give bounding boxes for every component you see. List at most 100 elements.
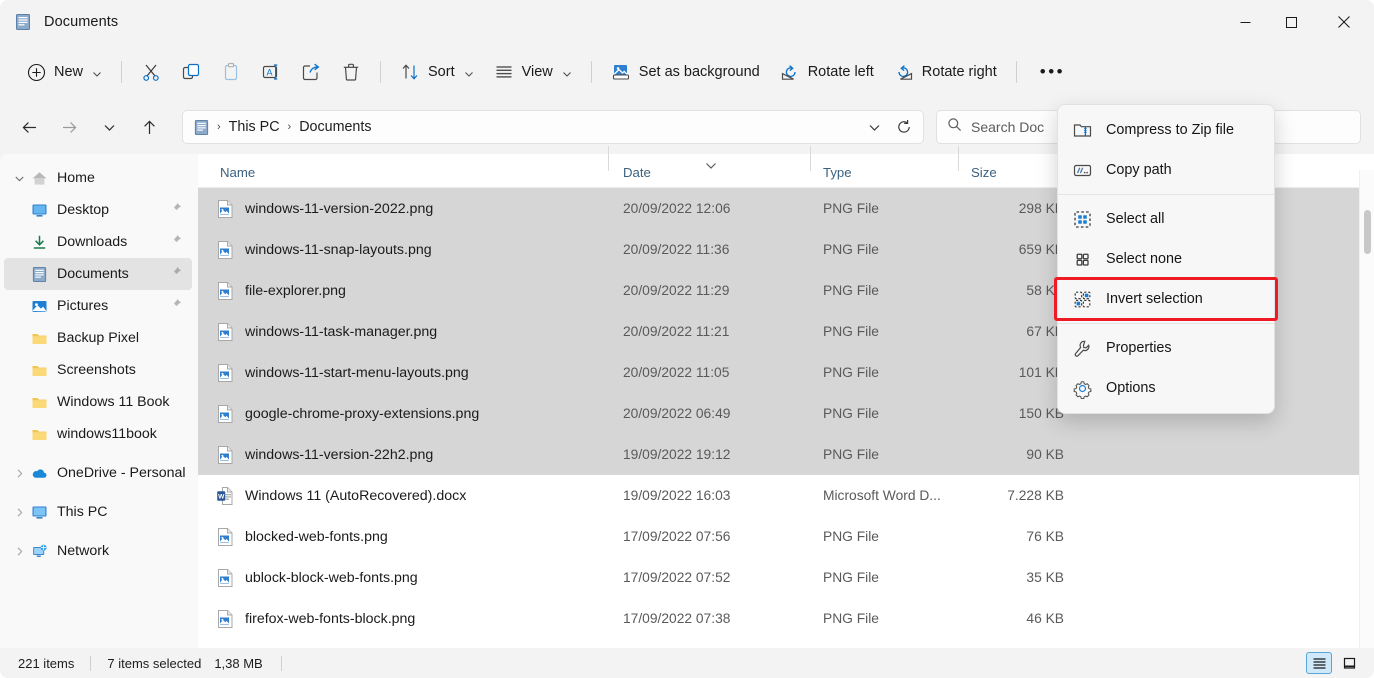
column-header-name[interactable]: Name	[198, 165, 608, 187]
menu-item-select-all[interactable]: Select all	[1058, 199, 1274, 239]
file-date-cell: 20/09/2022 12:06	[608, 201, 810, 216]
chevron-down-icon	[464, 67, 474, 77]
sidebar-item-label: Pictures	[57, 298, 170, 314]
menu-item-properties[interactable]: Properties	[1058, 328, 1274, 368]
table-row[interactable]: firefox-web-fonts-block.png 17/09/2022 0…	[198, 598, 1374, 639]
refresh-button[interactable]	[889, 112, 919, 142]
toolbar-divider	[121, 61, 122, 83]
sidebar-item-label: Network	[57, 543, 192, 559]
minimize-button[interactable]	[1222, 0, 1268, 44]
address-bar[interactable]: › This PC › Documents	[182, 110, 924, 144]
sort-button-label: Sort	[428, 64, 455, 80]
menu-item-label: Copy path	[1106, 162, 1172, 178]
file-date-cell: 17/09/2022 07:52	[608, 570, 810, 585]
toolbar-divider-3	[591, 61, 592, 83]
file-date-cell: 20/09/2022 11:29	[608, 283, 810, 298]
cut-button[interactable]	[131, 54, 171, 90]
pin-icon[interactable]	[170, 201, 182, 219]
view-list-icon	[494, 62, 514, 82]
new-button-label: New	[54, 64, 83, 80]
set-as-background-button[interactable]: Set as background	[601, 54, 770, 90]
breadcrumb-item-this-pc[interactable]: This PC	[222, 116, 287, 138]
png-file-icon	[216, 240, 234, 260]
pin-icon[interactable]	[170, 297, 182, 315]
select-none-icon	[1072, 249, 1093, 270]
delete-button[interactable]	[331, 54, 371, 90]
file-date-cell: 19/09/2022 19:12	[608, 447, 810, 462]
sidebar-item-documents[interactable]: Documents	[4, 258, 192, 290]
menu-item-invert-selection[interactable]: Invert selection	[1058, 279, 1274, 319]
close-button[interactable]	[1314, 0, 1374, 44]
recent-locations-button[interactable]	[92, 110, 126, 144]
sidebar-item-pictures[interactable]: Pictures	[4, 290, 192, 322]
back-button[interactable]	[12, 110, 46, 144]
see-more-button[interactable]: •••	[1026, 54, 1079, 90]
sidebar-item-desktop[interactable]: Desktop	[4, 194, 192, 226]
paste-button[interactable]	[211, 54, 251, 90]
previous-locations-button[interactable]	[859, 112, 889, 142]
rotate-left-button[interactable]: Rotate left	[770, 54, 884, 90]
table-row[interactable]: blocked-web-fonts.png 17/09/2022 07:56 P…	[198, 516, 1374, 557]
status-divider-2	[281, 656, 282, 671]
table-row[interactable]: W Windows 11 (AutoRecovered).docx 19/09/…	[198, 475, 1374, 516]
new-button[interactable]: New	[18, 54, 112, 90]
maximize-button[interactable]	[1268, 0, 1314, 44]
sidebar-item-label: Home	[57, 170, 192, 186]
scissors-icon	[141, 62, 161, 82]
menu-item-label: Compress to Zip file	[1106, 122, 1234, 138]
sidebar-item-onedrive[interactable]: OneDrive - Personal	[4, 457, 192, 489]
file-size-cell: 90 KB	[958, 447, 1078, 462]
thispc-icon	[30, 503, 48, 521]
menu-item-select-none[interactable]: Select none	[1058, 239, 1274, 279]
sidebar-item-network[interactable]: Network	[4, 535, 192, 567]
sidebar-item-screenshots[interactable]: Screenshots	[4, 354, 192, 386]
column-header-type[interactable]: Type	[810, 165, 958, 187]
breadcrumb: › This PC › Documents	[193, 116, 859, 138]
menu-item-copy-path[interactable]: Copy path	[1058, 150, 1274, 190]
chevron-right-icon[interactable]	[8, 507, 30, 518]
menu-item-compress-to-zip-file[interactable]: Compress to Zip file	[1058, 110, 1274, 150]
png-file-icon	[216, 609, 234, 629]
sidebar-item-windows11book[interactable]: windows11book	[4, 418, 192, 450]
up-button[interactable]	[132, 110, 166, 144]
table-row[interactable]: ublock-block-web-fonts.png 17/09/2022 07…	[198, 557, 1374, 598]
file-name: firefox-web-fonts-block.png	[245, 611, 415, 627]
window-controls	[1222, 0, 1374, 44]
chevron-right-icon[interactable]	[8, 468, 30, 479]
sort-button[interactable]: Sort	[390, 54, 484, 90]
file-date-cell: 20/09/2022 11:36	[608, 242, 810, 257]
scrollbar-thumb[interactable]	[1364, 210, 1371, 254]
selection-count-label: 7 items selected	[107, 656, 201, 671]
sidebar-item-home[interactable]: Home	[4, 162, 192, 194]
rename-button[interactable]: A	[251, 54, 291, 90]
png-file-icon	[216, 199, 234, 219]
breadcrumb-item-documents[interactable]: Documents	[292, 116, 378, 138]
sidebar-item-backup-pixel[interactable]: Backup Pixel	[4, 322, 192, 354]
forward-button[interactable]	[52, 110, 86, 144]
search-input[interactable]: Search Doc	[971, 119, 1044, 135]
copy-button[interactable]	[171, 54, 211, 90]
view-button[interactable]: View	[484, 54, 582, 90]
rotate-right-label: Rotate right	[922, 64, 997, 80]
file-name: windows-11-version-22h2.png	[245, 447, 433, 463]
sidebar-item-this-pc[interactable]: This PC	[4, 496, 192, 528]
copy-path-icon	[1072, 160, 1093, 181]
rotate-right-button[interactable]: Rotate right	[884, 54, 1007, 90]
vertical-scrollbar[interactable]	[1359, 170, 1374, 648]
large-icons-view-button[interactable]	[1336, 652, 1362, 674]
pin-icon[interactable]	[170, 265, 182, 283]
details-view-button[interactable]	[1306, 652, 1332, 674]
documents-icon	[30, 265, 48, 283]
sidebar-item-windows-11-book[interactable]: Windows 11 Book	[4, 386, 192, 418]
chevron-down-icon[interactable]	[8, 173, 30, 184]
share-button[interactable]	[291, 54, 331, 90]
file-name-cell: W Windows 11 (AutoRecovered).docx	[198, 486, 608, 506]
menu-item-options[interactable]: Options	[1058, 368, 1274, 408]
pin-icon[interactable]	[170, 233, 182, 251]
table-row[interactable]: windows-11-version-22h2.png 19/09/2022 1…	[198, 434, 1374, 475]
chevron-right-icon[interactable]	[8, 546, 30, 557]
sidebar-item-downloads[interactable]: Downloads	[4, 226, 192, 258]
file-type-cell: PNG File	[810, 529, 958, 544]
sidebar-item-label: This PC	[57, 504, 192, 520]
view-toggle-group	[1306, 652, 1362, 674]
